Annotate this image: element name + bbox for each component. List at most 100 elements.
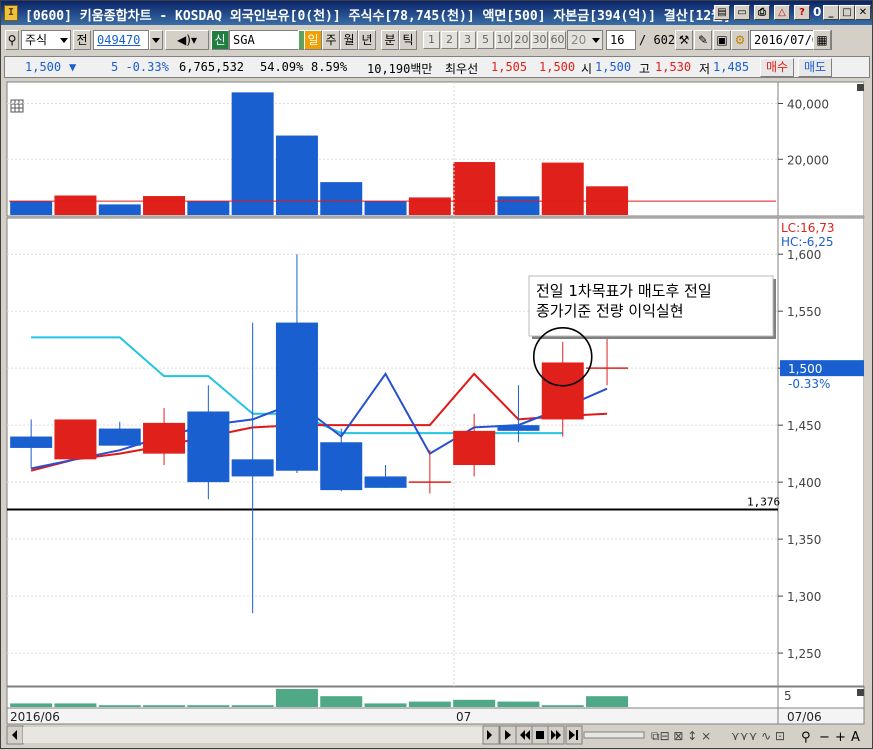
stop-icon xyxy=(536,731,544,739)
zoom-in-icon[interactable]: + xyxy=(835,730,846,745)
volume-bar xyxy=(320,182,363,215)
tab-tick[interactable]: 틱 xyxy=(399,30,417,50)
calendar-icon[interactable]: ▦ xyxy=(813,30,831,50)
title-suffix: 0 xyxy=(813,5,822,19)
shin-button[interactable]: 신 xyxy=(211,30,229,50)
volume-panel[interactable] xyxy=(6,81,779,217)
close-button[interactable]: ✕ xyxy=(855,5,871,20)
open-label: 시 xyxy=(581,62,593,76)
draw-icon[interactable]: ✎ xyxy=(694,30,712,50)
chevron-down-icon xyxy=(60,31,68,49)
lc-label: LC:16,73 xyxy=(781,221,834,235)
open-price: 1,500 xyxy=(595,60,632,74)
candle-body xyxy=(143,422,186,454)
tab-month[interactable]: 월 xyxy=(340,30,358,50)
title-bar[interactable]: I [0600] 키움종합차트 - KOSDAQ 외국인보유[0(천)] 주식수… xyxy=(1,1,872,25)
candle-body xyxy=(497,425,540,431)
num-button-60[interactable]: 60 xyxy=(549,31,566,49)
stock-name-field[interactable]: SGA xyxy=(229,30,299,50)
high-label: 고 xyxy=(639,62,651,76)
volume-scroll-strip[interactable] xyxy=(864,82,872,216)
print-icon[interactable]: ⎙ xyxy=(754,5,770,20)
maximize-button[interactable]: □ xyxy=(839,5,855,20)
market-select[interactable]: 주식 xyxy=(21,30,71,50)
toolbar: ⚲ 주식 전 049470 ◀)▾ 신 SGA 일 주 월 년 분 틱 1 2 … xyxy=(1,28,872,54)
annotation-callout[interactable]: 전일 1차목표가 매도후 전일 종가기준 전량 이익실현 xyxy=(528,275,776,339)
tab-week[interactable]: 주 xyxy=(322,30,340,50)
time-label-start: 2016/06 xyxy=(10,710,60,724)
candle-body xyxy=(231,459,274,477)
volume-bar xyxy=(10,201,53,215)
num-button-1[interactable]: 1 xyxy=(423,31,440,49)
volume-bar xyxy=(54,195,97,215)
num-button-30[interactable]: 30 xyxy=(531,31,548,49)
buy-button[interactable]: 매수 xyxy=(760,58,794,77)
candle-body xyxy=(453,430,496,466)
price-tick-label: 1,400 xyxy=(787,476,821,490)
best-bid: 1,500 xyxy=(539,60,576,74)
app-icon: I xyxy=(4,5,18,21)
candle-body xyxy=(187,411,230,483)
best-ask: 1,505 xyxy=(491,60,528,74)
volume-panel-close-icon[interactable] xyxy=(857,84,864,91)
chart-window: I [0600] 키움종합차트 - KOSDAQ 외국인보유[0(천)] 주식수… xyxy=(0,0,873,749)
zoom-out-icon[interactable]: − xyxy=(819,730,830,745)
count-input[interactable]: 16 xyxy=(606,30,636,50)
font-size-icon[interactable]: A xyxy=(851,730,860,745)
pin-icon[interactable]: ⚲ xyxy=(5,30,19,50)
num-button-2[interactable]: 2 xyxy=(441,31,458,49)
layout-icon[interactable]: ▤ xyxy=(714,5,730,20)
num-button-20[interactable]: 20 xyxy=(513,31,530,49)
scroll-track[interactable] xyxy=(23,727,483,743)
number-select[interactable]: 20 xyxy=(567,30,603,50)
price-scroll-strip[interactable] xyxy=(864,218,872,686)
tab-day[interactable]: 일 xyxy=(304,30,322,50)
candle-body xyxy=(364,476,407,488)
mini-panel-close-icon[interactable] xyxy=(857,689,864,696)
tab-minute[interactable]: 분 xyxy=(381,30,399,50)
code-dropdown[interactable] xyxy=(149,30,163,50)
num-button-10[interactable]: 10 xyxy=(495,31,512,49)
price-tick-label: 1,600 xyxy=(787,248,821,262)
zoom-slider[interactable] xyxy=(583,731,645,739)
high-price: 1,530 xyxy=(655,60,692,74)
alert-icon[interactable]: △ xyxy=(774,5,790,20)
mini-bar xyxy=(408,701,451,707)
zoom-tools-icon[interactable]: ⧉⊟ ⊠ ↕ ⨯ xyxy=(651,729,711,743)
candle-body xyxy=(98,428,141,446)
price-tick-label: 1,300 xyxy=(787,590,821,604)
mini-tick-label: 5 xyxy=(784,689,792,703)
current-price: 1,500 xyxy=(25,60,62,74)
chart-area[interactable]: 40,000 20,000 1,376 1,600 1,550 1,500 1,450 1… xyxy=(1,80,873,750)
total-count: / 602 xyxy=(639,33,676,47)
tool-icon[interactable]: ⚒ xyxy=(675,30,693,50)
minimize-button[interactable]: _ xyxy=(823,5,839,20)
time-label-mid: 07 xyxy=(456,710,471,724)
current-change-label: -0.33% xyxy=(788,377,830,391)
num-button-5[interactable]: 5 xyxy=(477,31,494,49)
help-icon[interactable]: ? xyxy=(794,5,810,20)
num-button-3[interactable]: 3 xyxy=(459,31,476,49)
mini-bar xyxy=(275,689,318,707)
sell-button[interactable]: 매도 xyxy=(798,58,832,77)
price-tick-label: 1,450 xyxy=(787,419,821,433)
candle-body xyxy=(320,442,363,491)
volume-bar xyxy=(143,196,186,215)
price-tick-label: 1,550 xyxy=(787,305,821,319)
annotation-line-2: 종가기준 전량 이익실현 xyxy=(536,302,684,320)
mini-bar xyxy=(10,703,53,707)
low-price: 1,485 xyxy=(713,60,750,74)
gear-icon[interactable]: ⚙ xyxy=(731,30,749,50)
code-input[interactable]: 049470 xyxy=(93,30,149,50)
volume-tick-label: 20,000 xyxy=(787,153,829,167)
sound-icon[interactable]: ◀)▾ xyxy=(165,30,209,50)
save-icon[interactable]: ▣ xyxy=(713,30,731,50)
mini-bar xyxy=(453,699,496,707)
prev-button[interactable]: 전 xyxy=(73,30,91,50)
tab-year[interactable]: 년 xyxy=(358,30,376,50)
volume-settings-icon[interactable] xyxy=(10,99,24,113)
search-icon[interactable]: ⚲ xyxy=(801,730,811,745)
pattern-icons[interactable]: ⋎⋎⋎ ∿ ⊡ xyxy=(731,729,785,743)
current-price-label: 1,500 xyxy=(788,362,822,376)
window-icon[interactable]: ▭ xyxy=(734,5,750,20)
